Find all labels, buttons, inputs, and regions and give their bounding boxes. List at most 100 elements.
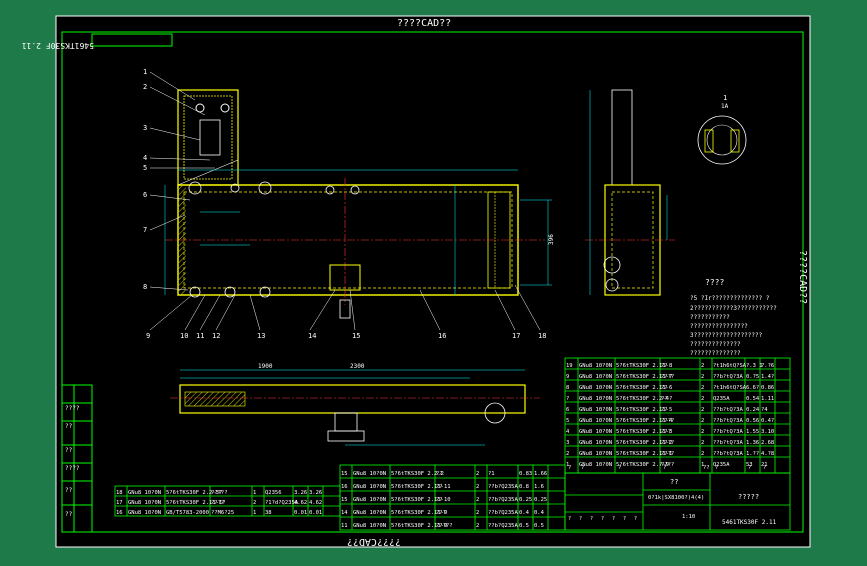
balloon: 11 bbox=[196, 332, 204, 340]
bom-mid-cell: 0.83 bbox=[519, 471, 532, 477]
bom-mid-cell: ?? bbox=[436, 471, 443, 477]
bom-right-cell: Q235A bbox=[713, 396, 730, 402]
bom-right-cell: 2 bbox=[701, 385, 704, 391]
bom-left-cell: ???? bbox=[211, 500, 224, 506]
bom-mid-cell: 0.25 bbox=[519, 497, 532, 503]
bom-right-cell: GNu8 10?0N bbox=[579, 440, 612, 446]
dim-side-height: 396 bbox=[548, 234, 555, 245]
bom-mid-cell: ??b?Q235A bbox=[488, 523, 518, 529]
bom-left-cell: GNu8 10?0N bbox=[128, 510, 161, 516]
section-label-top: 1 bbox=[723, 94, 727, 102]
balloon: 15 bbox=[352, 332, 360, 340]
bom-right-cell: 0.56 bbox=[746, 418, 759, 424]
bom-right-cell: GNu8 10?0N bbox=[579, 363, 612, 369]
sheet-title-top: ????CAD?? bbox=[397, 18, 451, 29]
bom-left-cell: 4.62 bbox=[294, 500, 307, 506]
bom-mid-cell: 11 bbox=[341, 523, 348, 529]
note-line: ?5 ?Ir?????????????? ? bbox=[690, 295, 770, 302]
bom-right-cell: 1.55 bbox=[746, 429, 759, 435]
bom-left-cell: 4.62 bbox=[309, 500, 322, 506]
bom-left-cell: GNu8 10?0N bbox=[128, 490, 161, 496]
bom-right-header: ? bbox=[618, 465, 621, 471]
bom-left-cell: 18 bbox=[116, 490, 123, 496]
bom-left-cell: 3.26 bbox=[309, 490, 322, 496]
bom-left-cell: 16 bbox=[116, 510, 123, 516]
bom-mid-cell: 0.4 bbox=[534, 510, 545, 516]
balloon: 13 bbox=[257, 332, 265, 340]
title-block-header: ? bbox=[612, 516, 615, 522]
bom-mid-cell: ??b?Q235A bbox=[488, 484, 518, 490]
title-block-header: ? bbox=[579, 516, 582, 522]
bom-right-header: ? bbox=[715, 465, 718, 471]
bom-right-cell: ??b?tQ?3A bbox=[713, 374, 743, 380]
balloon: 2 bbox=[143, 83, 147, 91]
bom-right-cell: ??b?tQ?3A bbox=[713, 407, 743, 413]
bom-right-cell: 1.11 bbox=[761, 396, 774, 402]
bom-left-cell: 0.01 bbox=[309, 510, 322, 516]
cad-drawing-viewer: ????CAD?? ????CAD?? ????CAD?? 5461TKS30F… bbox=[0, 0, 867, 562]
bom-mid-cell: 16 bbox=[341, 484, 348, 490]
bom-mid-cell: ??? bbox=[436, 510, 446, 516]
bom-right-cell: 8 bbox=[566, 385, 569, 391]
bom-right-cell: 0.86 bbox=[761, 385, 774, 391]
bom-right-cell: 6.6? bbox=[746, 385, 759, 391]
bom-mid-cell: ??b?Q235A bbox=[488, 497, 518, 503]
bom-right-cell: 2 bbox=[701, 407, 704, 413]
bom-right-cell: GNu8 10?0N bbox=[579, 396, 612, 402]
bom-mid-cell: 2 bbox=[476, 484, 479, 490]
bom-right-cell: ??b?tQ?3A bbox=[713, 429, 743, 435]
bom-mid-cell: 0.5 bbox=[534, 523, 544, 529]
bom-right-cell: 1.?? bbox=[746, 451, 759, 457]
bom-right-cell: 2 bbox=[701, 396, 704, 402]
balloon: 12 bbox=[212, 332, 220, 340]
bom-left-cell: 17 bbox=[116, 500, 123, 506]
bom-right-cell: 2 bbox=[566, 451, 569, 457]
cad-drawing: ????CAD?? ????CAD?? ????CAD?? 5461TKS30F… bbox=[22, 15, 811, 548]
bom-right-cell: 3 bbox=[566, 440, 569, 446]
bom-right-cell: ?4 bbox=[761, 407, 768, 413]
bom-right-cell: 0.54 bbox=[746, 396, 760, 402]
bom-right-cell: 5 bbox=[566, 418, 569, 424]
bom-right-cell: ???? bbox=[661, 374, 674, 380]
bom-right-cell: 0.24 bbox=[746, 407, 760, 413]
sheet-background bbox=[55, 15, 811, 548]
bom-right-cell: ???? bbox=[661, 418, 674, 424]
bom-right-cell: ?? bbox=[661, 363, 668, 369]
balloon: 4 bbox=[143, 154, 147, 162]
balloon: 3 bbox=[143, 124, 147, 132]
bom-right-header: ? bbox=[663, 465, 666, 471]
bom-right-cell: ???? bbox=[661, 451, 674, 457]
bom-right-cell: ?? bbox=[661, 396, 668, 402]
bom-left-cell: ????? bbox=[211, 490, 228, 496]
bom-right-cell: ?? bbox=[661, 385, 668, 391]
stamp-label: ???? bbox=[65, 465, 80, 472]
bom-left-cell: GB/T5783-2000 bbox=[166, 510, 209, 516]
bom-mid-cell: 0.4 bbox=[519, 510, 530, 516]
balloon: 9 bbox=[146, 332, 150, 340]
drawing-scale: 1:10 bbox=[682, 514, 695, 520]
company-name: ????? bbox=[738, 493, 759, 501]
bom-left-cell: 38 bbox=[265, 510, 272, 516]
bom-right-cell: GNu8 10?0N bbox=[579, 418, 612, 424]
sheet-title-bottom: ????CAD?? bbox=[347, 536, 401, 547]
title-block-header: ? bbox=[568, 516, 571, 522]
balloon: 7 bbox=[143, 226, 147, 234]
bom-mid-cell: 1.66 bbox=[534, 471, 547, 477]
bom-right-header: ? bbox=[763, 465, 766, 471]
drawing-code: 0?1k|SX8100?)4(4) bbox=[648, 495, 704, 501]
bom-right-cell: 2 bbox=[701, 451, 704, 457]
title-block-header: ? bbox=[634, 516, 637, 522]
bom-right-cell: 4.?8 bbox=[761, 451, 774, 457]
stamp-label: ?? bbox=[65, 447, 73, 454]
bom-mid-cell: 0.5 bbox=[519, 523, 529, 529]
bom-right-cell: ? bbox=[566, 396, 569, 402]
bom-right-header: ? bbox=[581, 465, 584, 471]
bom-right-cell: GNu8 10?0N bbox=[579, 385, 612, 391]
note-line: ?????????????? bbox=[690, 350, 741, 357]
bom-right-cell: 2.68 bbox=[761, 440, 774, 446]
dim-plan-length: 1900 bbox=[258, 363, 273, 370]
drawing-number: 5461TKS30F 2.11 bbox=[722, 519, 777, 526]
title-block-header: ? bbox=[623, 516, 626, 522]
drawing-title: ?? bbox=[670, 478, 678, 486]
bom-right-cell: 19 bbox=[566, 363, 573, 369]
